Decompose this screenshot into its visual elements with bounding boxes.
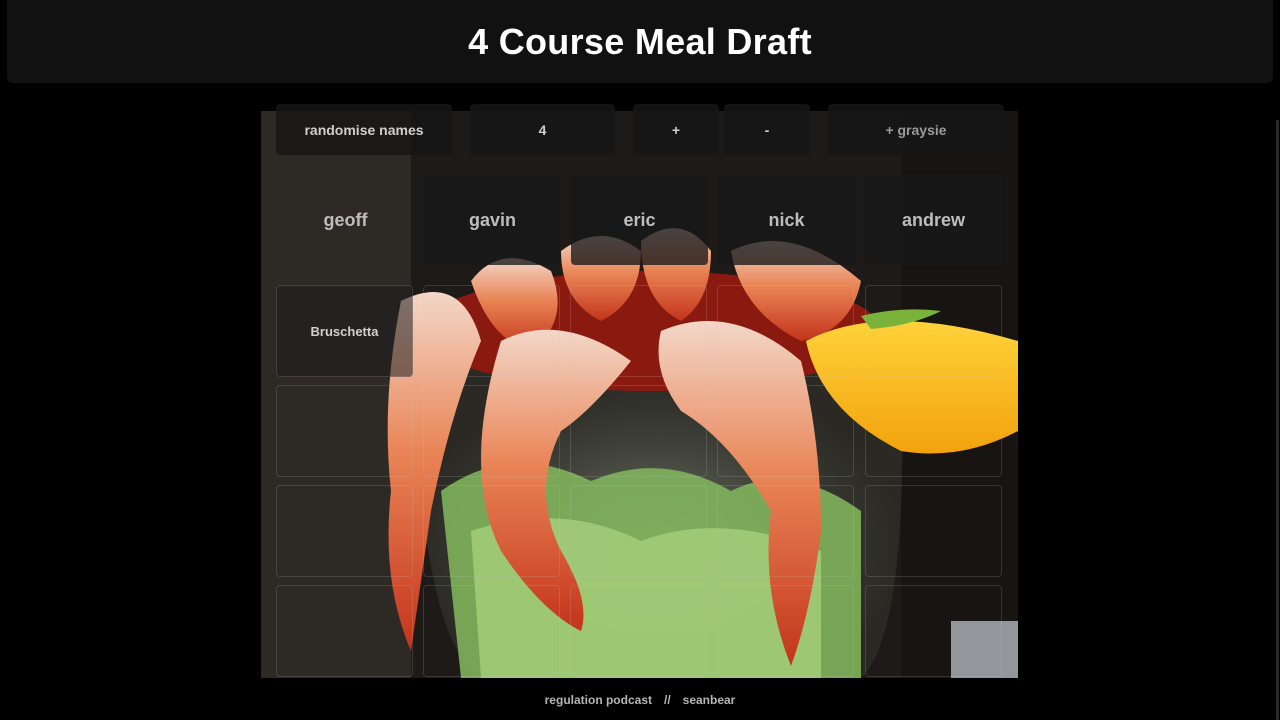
page-title: 4 Course Meal Draft: [468, 20, 812, 62]
pick-cell[interactable]: [570, 585, 707, 677]
page-header: 4 Course Meal Draft: [7, 0, 1273, 83]
decrease-count-button[interactable]: -: [724, 104, 810, 155]
scrollbar[interactable]: [1276, 120, 1279, 720]
pick-cell[interactable]: [570, 285, 707, 377]
pick-cell[interactable]: [717, 585, 854, 677]
pick-cell[interactable]: [276, 585, 413, 677]
player-name-gavin: gavin: [424, 175, 561, 265]
pick-cell[interactable]: [717, 385, 854, 477]
pick-cell[interactable]: [717, 285, 854, 377]
increase-count-button[interactable]: +: [633, 104, 719, 155]
pick-cell[interactable]: [717, 485, 854, 577]
player-name-nick: nick: [718, 175, 855, 265]
pick-cell[interactable]: [423, 485, 560, 577]
pick-cell[interactable]: [865, 585, 1002, 677]
pick-cell[interactable]: [423, 585, 560, 677]
player-name-geoff: geoff: [323, 209, 368, 230]
player-name-andrew: andrew: [865, 175, 1002, 265]
pick-cell[interactable]: [276, 485, 413, 577]
pick-cell[interactable]: [570, 385, 707, 477]
pick-cell[interactable]: [423, 385, 560, 477]
footer: regulation podcast // seanbear: [0, 688, 1280, 712]
footer-separator: //: [663, 693, 671, 707]
pick-cell[interactable]: [865, 385, 1002, 477]
pick-cell[interactable]: [276, 385, 413, 477]
seanbear-link[interactable]: seanbear: [683, 693, 736, 707]
player-name-eric: eric: [571, 175, 708, 265]
add-player-button[interactable]: + graysie: [828, 104, 1004, 155]
randomise-names-button[interactable]: randomise names: [276, 104, 452, 155]
pick-cell[interactable]: Bruschetta: [276, 285, 413, 377]
pick-cell[interactable]: [865, 485, 1002, 577]
pick-cell[interactable]: [423, 285, 560, 377]
regulation-podcast-link[interactable]: regulation podcast: [545, 693, 652, 707]
pick-cell[interactable]: [865, 285, 1002, 377]
pick-cell[interactable]: [570, 485, 707, 577]
course-count-display: 4: [470, 104, 615, 155]
